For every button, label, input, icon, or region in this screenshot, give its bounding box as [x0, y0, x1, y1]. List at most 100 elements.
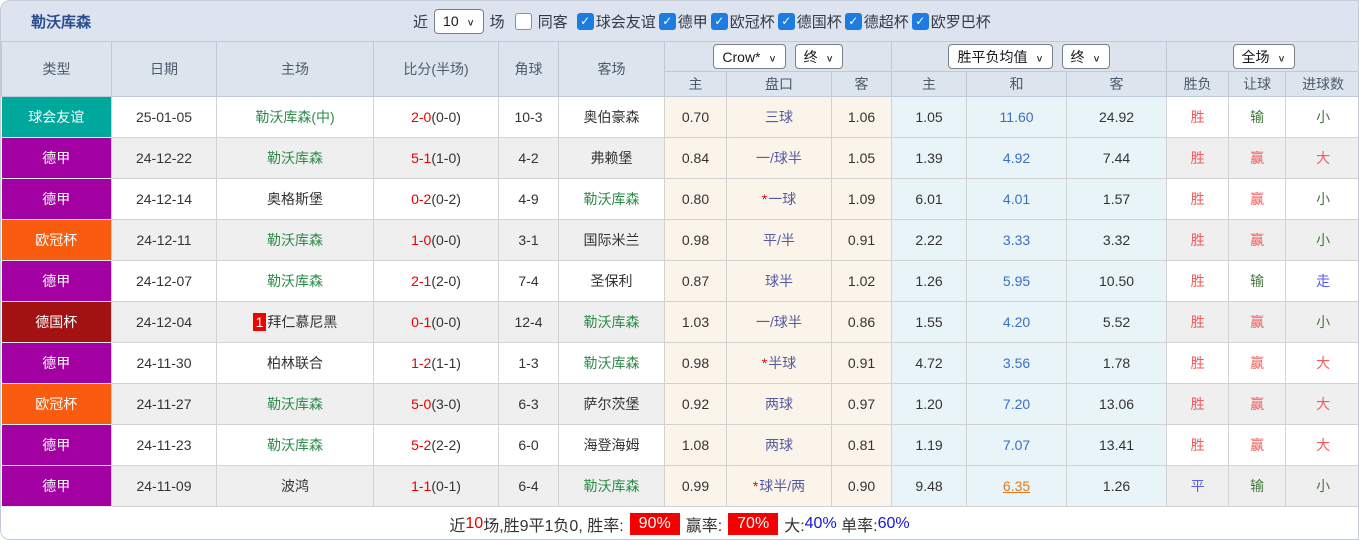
table-row: 德甲 24-11-30 柏林联合 1-2(1-1) 1-3 勒沃库森 0.98 …	[1, 342, 1358, 384]
corner-cell: 3-1	[498, 219, 559, 261]
same-away-checkbox[interactable]	[514, 12, 532, 30]
away-team: 弗赖堡	[590, 150, 633, 166]
chevron-down-icon	[467, 13, 475, 29]
result-goals-cell: 大	[1285, 342, 1358, 384]
full-time-score: 5-1	[411, 150, 432, 166]
avg-draw-cell: 3.33	[966, 219, 1068, 261]
score-cell: 0-1(0-0)	[373, 301, 499, 343]
header-odds-home: 主	[664, 71, 727, 97]
handicap-cell: 球半	[726, 260, 832, 302]
chevron-down-icon	[1035, 49, 1043, 65]
odds-away-cell: 1.09	[831, 178, 893, 220]
avg-away-cell: 1.57	[1066, 178, 1168, 220]
asterisk-icon: *	[761, 191, 768, 207]
handicap-value: 一/球半	[756, 314, 802, 330]
half-time-score: (0-0)	[431, 109, 461, 125]
league-filter[interactable]: 欧罗巴杯	[911, 11, 991, 32]
home-team: 波鸿	[281, 478, 309, 494]
corner-cell: 10-3	[498, 96, 559, 138]
date-cell: 24-12-22	[111, 137, 217, 179]
avg-away-cell: 3.32	[1066, 219, 1168, 261]
bookmaker-value: Crow*	[722, 48, 761, 65]
away-team-cell: 勒沃库森	[558, 301, 665, 343]
checkbox-checked-icon[interactable]	[710, 12, 728, 30]
checkbox-checked-icon[interactable]	[576, 12, 594, 30]
date-cell: 24-12-07	[111, 260, 217, 302]
result-group-header: 全场	[1166, 41, 1358, 72]
result-handicap-cell: 输	[1228, 96, 1287, 138]
checkbox-checked-icon[interactable]	[911, 12, 929, 30]
home-team: 勒沃库森(中)	[255, 109, 335, 125]
avg-draw-value: 3.33	[1002, 232, 1031, 248]
league-filter-group: 球会友谊 德甲 欧冠杯 德国杯 德超杯 欧罗巴杯	[574, 11, 991, 32]
recent-count-select[interactable]: 10	[434, 8, 484, 34]
avg-draw-value[interactable]: 6.35	[1003, 478, 1030, 494]
league-badge: 德甲	[1, 342, 112, 384]
checkbox-checked-icon[interactable]	[844, 12, 862, 30]
league-filter[interactable]: 德超杯	[844, 11, 909, 32]
avg-draw-value: 7.07	[1002, 437, 1031, 453]
matches-table: 类型 日期 主场 比分(半场) 角球 客场 Crow* 终	[1, 41, 1358, 507]
handicap-value: 一球	[768, 191, 797, 207]
header-corner: 角球	[498, 41, 559, 97]
home-team-cell: 勒沃库森	[216, 219, 374, 261]
date-cell: 24-11-23	[111, 424, 217, 466]
avg-away-cell: 13.06	[1066, 383, 1168, 425]
league-badge: 德甲	[1, 137, 112, 179]
avg-value: 胜平负均值	[957, 48, 1028, 65]
away-team: 萨尔茨堡	[583, 396, 640, 412]
corner-cell: 6-4	[498, 465, 559, 507]
score-cell: 1-2(1-1)	[373, 342, 499, 384]
avg-away-cell: 24.92	[1066, 96, 1168, 138]
date-cell: 24-12-04	[111, 301, 217, 343]
away-team-cell: 弗赖堡	[558, 137, 665, 179]
single-value: 60%	[877, 515, 910, 532]
handicap-value: 平/半	[763, 232, 795, 248]
result-wl-cell: 胜	[1166, 260, 1230, 302]
corner-cell: 6-3	[498, 383, 559, 425]
score-cell: 0-2(0-2)	[373, 178, 499, 220]
half-time-score: (0-0)	[431, 314, 461, 330]
league-badge: 德甲	[1, 260, 112, 302]
away-team: 国际米兰	[583, 232, 640, 248]
result-wl-cell: 胜	[1166, 342, 1230, 384]
league-filter[interactable]: 球会友谊	[576, 11, 656, 32]
away-team-cell: 奥伯豪森	[558, 96, 665, 138]
odds-home-cell: 1.03	[664, 301, 727, 343]
result-wl-cell: 胜	[1166, 96, 1230, 138]
corner-cell: 4-2	[498, 137, 559, 179]
league-filter[interactable]: 德国杯	[777, 11, 842, 32]
home-team: 柏林联合	[267, 355, 323, 371]
bookmaker-select[interactable]: Crow*	[713, 44, 786, 69]
full-time-score: 5-0	[411, 396, 432, 412]
full-time-score: 2-1	[411, 273, 432, 289]
chevron-down-icon	[769, 49, 777, 65]
big-label: 大:	[784, 518, 805, 535]
avg-home-cell: 1.19	[891, 424, 968, 466]
result-goals-cell: 小	[1285, 465, 1358, 507]
league-filter-label: 球会友谊	[595, 13, 656, 31]
full-time-score: 1-1	[411, 478, 432, 494]
same-away-label: 同客	[537, 13, 568, 31]
avg-time-select[interactable]: 终	[1061, 44, 1110, 69]
league-filter[interactable]: 德甲	[658, 11, 708, 32]
away-team-cell: 勒沃库森	[558, 178, 665, 220]
odds-home-cell: 0.98	[664, 219, 727, 261]
odds-home-cell: 0.80	[664, 178, 727, 220]
league-filter[interactable]: 欧冠杯	[710, 11, 775, 32]
result-handicap-cell: 赢	[1228, 424, 1287, 466]
home-team: 勒沃库森	[267, 232, 323, 248]
checkbox-checked-icon[interactable]	[777, 12, 795, 30]
result-handicap-cell: 赢	[1228, 301, 1287, 343]
avg-draw-value: 4.20	[1002, 314, 1031, 330]
odds-home-cell: 0.92	[664, 383, 727, 425]
checkbox-checked-icon[interactable]	[658, 12, 676, 30]
bookmaker-time-select[interactable]: 终	[794, 44, 843, 69]
odds-away-cell: 0.86	[831, 301, 893, 343]
date-cell: 25-01-05	[111, 96, 217, 138]
period-select[interactable]: 全场	[1232, 44, 1295, 69]
handicap-cell: 三球	[726, 96, 832, 138]
odds-home-cell: 0.87	[664, 260, 727, 302]
header-odds-away: 客	[830, 71, 893, 97]
avg-select[interactable]: 胜平负均值	[948, 44, 1053, 69]
